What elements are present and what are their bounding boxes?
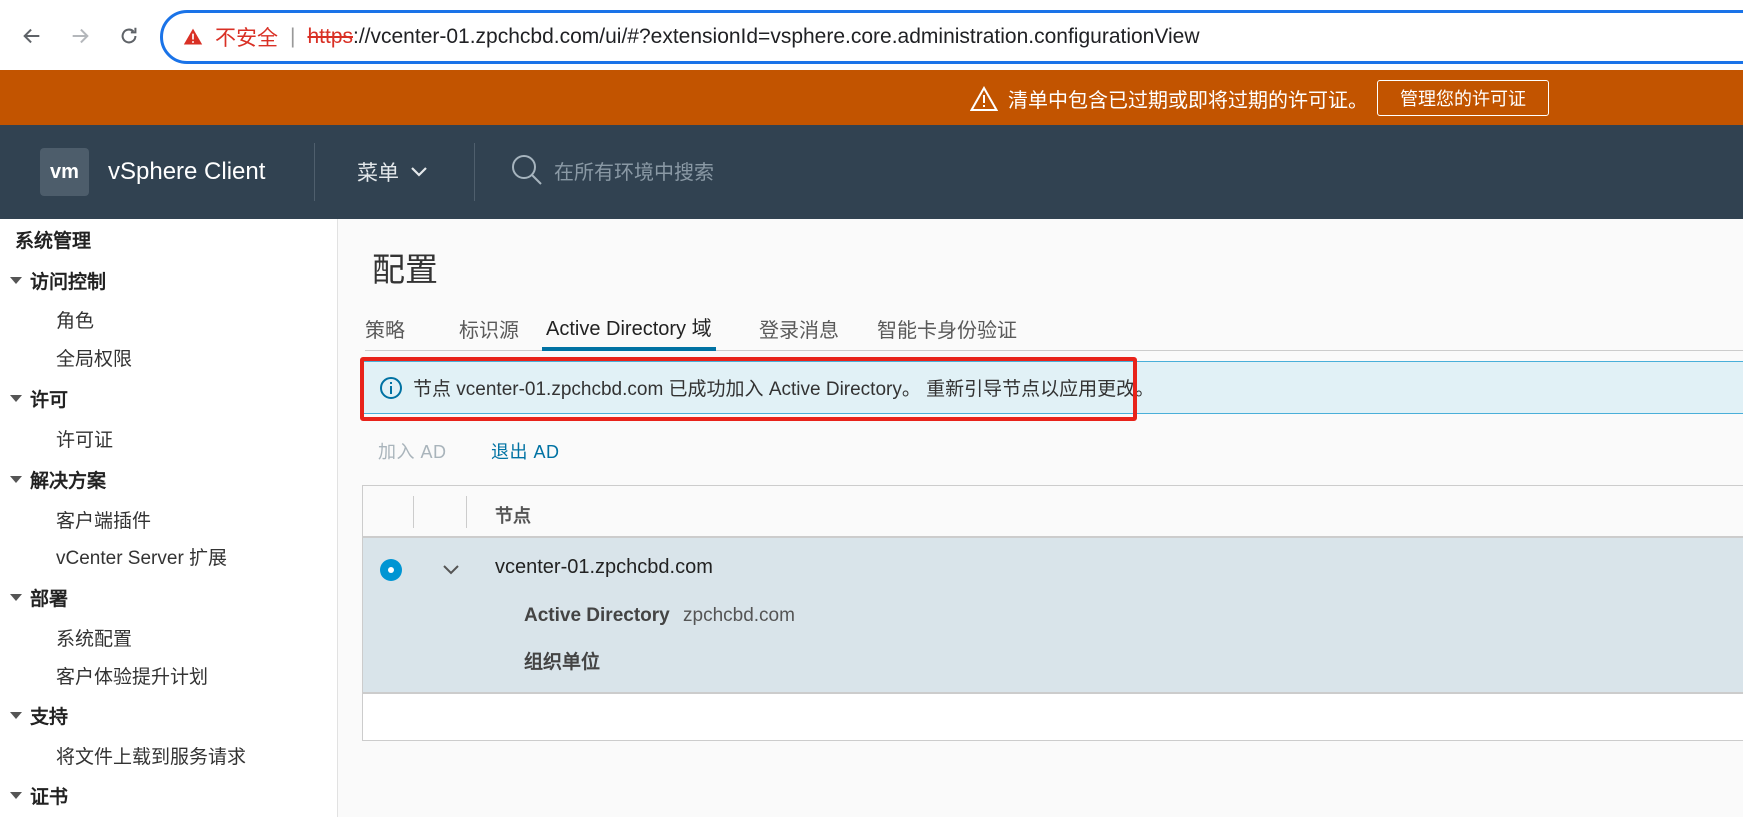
caret-down-icon xyxy=(10,792,22,799)
row-select-radio[interactable] xyxy=(380,559,402,581)
app-header: vm vSphere Client 菜单 在所有环境中搜索 xyxy=(0,125,1743,219)
license-message-text: 清单中包含已过期或即将过期的许可证。 xyxy=(1008,90,1368,112)
node-name: vcenter-01.zpchcbd.com xyxy=(495,556,713,578)
forward-button[interactable] xyxy=(64,20,96,52)
sidebar-group-solutions[interactable]: 解决方案 xyxy=(10,466,106,493)
caret-down-icon xyxy=(10,476,22,483)
address-bar[interactable]: 不安全 | https ://vcenter-01.zpchcbd.com/ui… xyxy=(160,10,1743,64)
vmware-logo: vm xyxy=(40,148,89,196)
info-alert-text: 节点 vcenter-01.zpchcbd.com 已成功加入 Active D… xyxy=(413,379,1155,400)
sidebar-group-access-control[interactable]: 访问控制 xyxy=(10,267,106,294)
search-icon xyxy=(512,155,542,185)
detail-value-domain: zpchcbd.com xyxy=(683,605,795,626)
column-separator xyxy=(466,496,467,528)
sidebar-item-system-configuration[interactable]: 系统配置 xyxy=(56,624,132,651)
reload-icon xyxy=(121,27,137,44)
sidebar-item-client-plugins[interactable]: 客户端插件 xyxy=(56,506,151,533)
insecure-label: 不安全 xyxy=(215,27,278,50)
caret-down-icon xyxy=(10,395,22,402)
header-divider xyxy=(474,143,475,201)
info-icon xyxy=(380,376,402,399)
warning-triangle-icon xyxy=(970,85,998,111)
info-alert: 节点 vcenter-01.zpchcbd.com 已成功加入 Active D… xyxy=(362,361,1743,414)
column-header-node[interactable]: 节点 xyxy=(495,502,531,528)
datagrid-header: 节点 xyxy=(363,486,1743,538)
url-text: ://vcenter-01.zpchcbd.com/ui/#?extension… xyxy=(353,25,1200,48)
tab-identity-sources[interactable]: 标识源 xyxy=(459,306,519,351)
back-arrow-icon xyxy=(23,28,40,44)
sidebar-group-label: 支持 xyxy=(30,707,69,728)
manage-licenses-button[interactable]: 管理您的许可证 xyxy=(1377,80,1549,116)
column-separator xyxy=(413,496,414,528)
header-divider xyxy=(314,143,315,201)
caret-down-icon xyxy=(10,594,22,601)
menu-dropdown[interactable]: 菜单 xyxy=(357,157,429,187)
config-tabs: 策略 标识源 Active Directory 域 登录消息 智能卡身份验证 xyxy=(365,306,1743,351)
sidebar-group-certificates[interactable]: 证书 xyxy=(10,782,68,809)
sidebar-item-global-permissions[interactable]: 全局权限 xyxy=(56,344,132,371)
tab-smart-card-authentication[interactable]: 智能卡身份验证 xyxy=(877,306,1017,351)
join-ad-button[interactable]: 加入 AD xyxy=(378,438,447,464)
reload-button[interactable] xyxy=(113,20,145,52)
leave-ad-button[interactable]: 退出 AD xyxy=(491,438,560,464)
sidebar-item-vcenter-extensions[interactable]: vCenter Server 扩展 xyxy=(56,543,227,570)
tab-active-directory-domain[interactable]: Active Directory 域 xyxy=(542,306,716,351)
admin-sidebar: 系统管理 访问控制 角色 全局权限 许可 许可证 解决方案 客户端插件 vCen… xyxy=(0,219,338,817)
sidebar-group-deployment[interactable]: 部署 xyxy=(10,584,68,611)
search-placeholder: 在所有环境中搜索 xyxy=(554,161,714,184)
back-button[interactable] xyxy=(16,20,48,52)
tab-policies[interactable]: 策略 xyxy=(365,306,405,351)
warning-icon xyxy=(183,28,203,45)
sidebar-item-ceip[interactable]: 客户体验提升计划 xyxy=(56,662,208,689)
sidebar-item-roles[interactable]: 角色 xyxy=(56,306,94,333)
sidebar-item-upload-file[interactable]: 将文件上载到服务请求 xyxy=(56,742,246,769)
chevron-down-icon xyxy=(411,167,427,177)
caret-down-icon xyxy=(10,277,22,284)
chevron-down-icon[interactable] xyxy=(441,563,461,577)
sidebar-group-label: 证书 xyxy=(30,787,69,808)
nodes-datagrid: 节点 vcenter-01.zpchcbd.com Active Directo… xyxy=(362,485,1743,741)
license-warning-banner: 清单中包含已过期或即将过期的许可证。 管理您的许可证 xyxy=(0,70,1743,125)
browser-toolbar: 不安全 | https ://vcenter-01.zpchcbd.com/ui… xyxy=(0,0,1743,70)
url-separator: | xyxy=(290,25,296,48)
tab-login-message[interactable]: 登录消息 xyxy=(759,306,839,351)
main-content: 配置 策略 标识源 Active Directory 域 登录消息 智能卡身份验… xyxy=(338,219,1743,817)
sidebar-group-licensing[interactable]: 许可 xyxy=(10,385,68,412)
page-title: 配置 xyxy=(372,251,438,288)
url-scheme: https xyxy=(307,25,353,48)
license-message: 清单中包含已过期或即将过期的许可证。 xyxy=(970,84,1368,113)
sidebar-group-label: 部署 xyxy=(30,589,69,610)
table-row[interactable]: vcenter-01.zpchcbd.com Active Directory … xyxy=(363,538,1743,694)
sidebar-group-support[interactable]: 支持 xyxy=(10,702,68,729)
sidebar-title: 系统管理 xyxy=(15,231,92,252)
sidebar-group-label: 解决方案 xyxy=(30,471,107,492)
app-title: vSphere Client xyxy=(108,158,266,185)
detail-label-active-directory: Active Directory xyxy=(524,605,670,626)
forward-arrow-icon xyxy=(72,28,89,44)
global-search[interactable]: 在所有环境中搜索 xyxy=(510,153,714,187)
menu-label: 菜单 xyxy=(357,162,399,185)
detail-label-organizational-unit: 组织单位 xyxy=(524,652,601,673)
sidebar-group-label: 访问控制 xyxy=(30,272,107,293)
sidebar-group-label: 许可 xyxy=(30,390,69,411)
sidebar-item-licenses[interactable]: 许可证 xyxy=(56,425,113,452)
caret-down-icon xyxy=(10,712,22,719)
